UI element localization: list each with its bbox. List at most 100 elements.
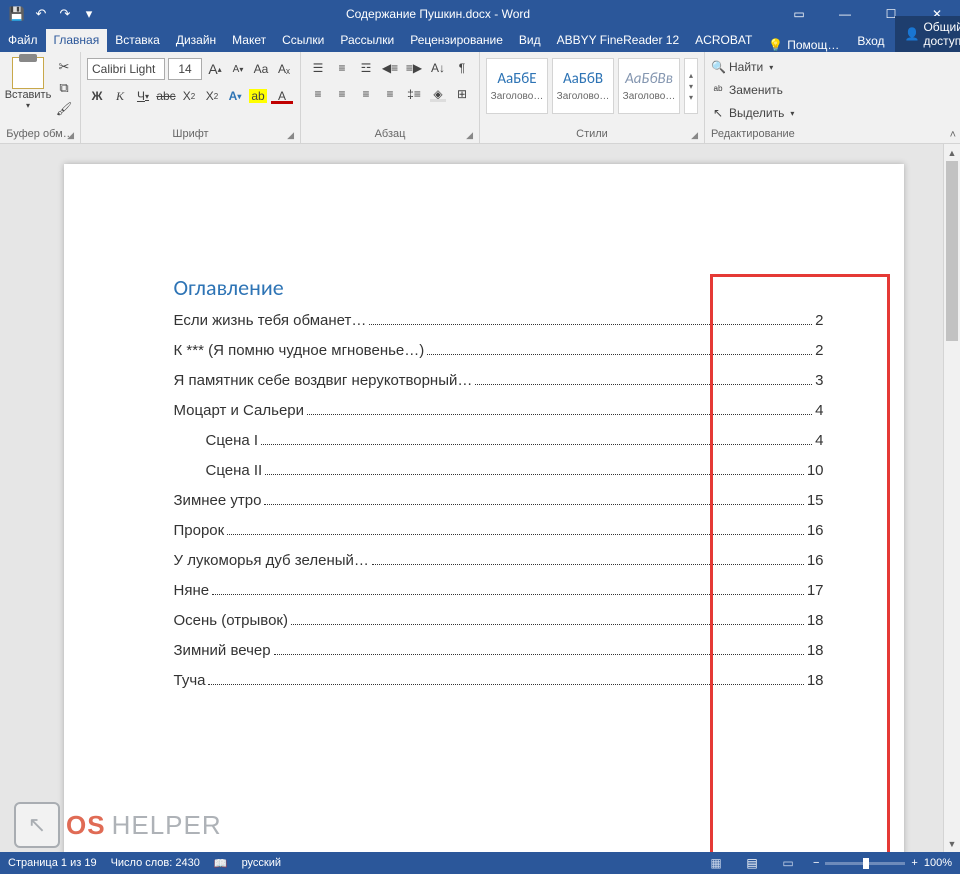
increase-indent-button[interactable]: ≡▶	[403, 58, 425, 78]
scroll-up-button[interactable]: ▲	[944, 144, 960, 161]
spellcheck-icon[interactable]: 📖	[214, 857, 228, 870]
zoom-in-button[interactable]: +	[911, 857, 917, 869]
sort-button[interactable]: A↓	[427, 58, 449, 78]
clipboard-launcher[interactable]: ◢	[67, 130, 74, 141]
tab-abbyy[interactable]: ABBYY FineReader 12	[549, 29, 688, 52]
show-marks-button[interactable]: ¶	[451, 58, 473, 78]
paragraph-launcher[interactable]: ◢	[466, 130, 473, 141]
copy-button[interactable]: ⧉	[54, 79, 74, 97]
redo-button[interactable]: ↷	[54, 3, 76, 25]
font-name-combo[interactable]: Calibri Light	[87, 58, 165, 80]
bold-button[interactable]: Ж	[87, 86, 107, 106]
tab-mailings[interactable]: Рассылки	[332, 29, 402, 52]
italic-button[interactable]: К	[110, 86, 130, 106]
toc-entry[interactable]: Сцена II10	[174, 463, 824, 478]
language-indicator[interactable]: русский	[242, 857, 281, 869]
subscript-button[interactable]: X2	[179, 86, 199, 106]
collapse-ribbon-button[interactable]: ˄	[950, 129, 956, 141]
ribbon-options-button[interactable]: ▭	[776, 0, 822, 28]
align-center-button[interactable]: ≡	[331, 84, 353, 104]
toc-entry[interactable]: Если жизнь тебя обманет…2	[174, 313, 824, 328]
multilevel-button[interactable]: ☲	[355, 58, 377, 78]
align-left-button[interactable]: ≡	[307, 84, 329, 104]
scroll-track[interactable]	[944, 161, 960, 835]
shrink-font-button[interactable]: A▾	[228, 59, 248, 79]
undo-button[interactable]: ↶	[30, 3, 52, 25]
web-layout-button[interactable]: ▭	[777, 854, 799, 872]
justify-button[interactable]: ≡	[379, 84, 401, 104]
style-heading3[interactable]: АаБбВвЗаголово…	[618, 58, 680, 114]
font-size-combo[interactable]: 14	[168, 58, 202, 80]
toc-entry[interactable]: Пророк16	[174, 523, 824, 538]
tab-review[interactable]: Рецензирование	[402, 29, 511, 52]
grow-font-button[interactable]: A▴	[205, 59, 225, 79]
toc-entry[interactable]: Сцена I4	[174, 433, 824, 448]
zoom-out-button[interactable]: −	[813, 857, 819, 869]
toc-entry-page: 18	[807, 643, 824, 658]
paste-button[interactable]: Вставить▾	[6, 54, 50, 110]
minimize-button[interactable]: —	[822, 0, 868, 28]
decrease-indent-button[interactable]: ◀≡	[379, 58, 401, 78]
shading-button[interactable]: ◈	[427, 84, 449, 104]
toc-entry[interactable]: Моцарт и Сальери4	[174, 403, 824, 418]
strikethrough-button[interactable]: abc	[156, 86, 176, 106]
text-effects-button[interactable]: A▾	[225, 86, 245, 106]
save-button[interactable]: 💾	[6, 3, 28, 25]
toc-entry[interactable]: Няне17	[174, 583, 824, 598]
select-button[interactable]: ↖Выделить▾	[711, 103, 794, 123]
page[interactable]: Оглавление Если жизнь тебя обманет…2 К **…	[64, 164, 904, 852]
style-heading1[interactable]: АаБбЕЗаголово…	[486, 58, 548, 114]
underline-button[interactable]: Ч▾	[133, 86, 153, 106]
font-launcher[interactable]: ◢	[287, 130, 294, 141]
page-indicator[interactable]: Страница 1 из 19	[8, 857, 97, 869]
sign-in-button[interactable]: Вход	[847, 30, 894, 52]
clear-formatting-button[interactable]: Aₓ	[274, 59, 294, 79]
font-color-button[interactable]: A	[271, 86, 293, 106]
format-painter-button[interactable]: 🖌	[54, 100, 74, 118]
line-spacing-button[interactable]: ‡≡	[403, 84, 425, 104]
tell-me[interactable]: 💡Помощ…	[760, 38, 847, 52]
tab-file[interactable]: Файл	[0, 29, 46, 52]
change-case-button[interactable]: Aa	[251, 59, 271, 79]
tab-insert[interactable]: Вставка	[107, 29, 168, 52]
toc-entry[interactable]: Зимний вечер18	[174, 643, 824, 658]
highlight-button[interactable]: ab	[248, 86, 268, 106]
word-count[interactable]: Число слов: 2430	[111, 857, 200, 869]
toc-entry[interactable]: У лукоморья дуб зеленый…16	[174, 553, 824, 568]
align-right-button[interactable]: ≡	[355, 84, 377, 104]
tab-acrobat[interactable]: ACROBAT	[687, 29, 760, 52]
replace-button[interactable]: ᵃᵇЗаменить	[711, 80, 783, 100]
styles-launcher[interactable]: ◢	[691, 130, 698, 141]
style-heading2[interactable]: АаБбВЗаголово…	[552, 58, 614, 114]
toc-entry[interactable]: Осень (отрывок)18	[174, 613, 824, 628]
vertical-scrollbar[interactable]: ▲ ▼	[943, 144, 960, 852]
tab-view[interactable]: Вид	[511, 29, 549, 52]
bullets-button[interactable]: ☰	[307, 58, 329, 78]
zoom-handle[interactable]	[863, 858, 869, 869]
tab-home[interactable]: Главная	[46, 29, 108, 52]
share-button[interactable]: 👤Общий доступ	[895, 16, 960, 52]
toc-entry[interactable]: К *** (Я помню чудное мгновенье…)2	[174, 343, 824, 358]
toc-entry[interactable]: Туча18	[174, 673, 824, 688]
scroll-down-button[interactable]: ▼	[944, 835, 960, 852]
cut-button[interactable]: ✂	[54, 58, 74, 76]
print-layout-button[interactable]: ▤	[741, 854, 763, 872]
zoom-slider[interactable]	[825, 862, 905, 865]
find-button[interactable]: 🔍Найти▾	[711, 57, 773, 77]
tab-layout[interactable]: Макет	[224, 29, 274, 52]
toc-title[interactable]: Оглавление	[174, 274, 824, 301]
toc-entry[interactable]: Зимнее утро15	[174, 493, 824, 508]
borders-button[interactable]: ⊞	[451, 84, 473, 104]
styles-more-button[interactable]: ▴▾▾	[684, 58, 698, 114]
tab-references[interactable]: Ссылки	[274, 29, 332, 52]
read-mode-button[interactable]: ▦	[705, 854, 727, 872]
tab-design[interactable]: Дизайн	[168, 29, 224, 52]
scroll-thumb[interactable]	[946, 161, 958, 341]
zoom-level[interactable]: 100%	[924, 857, 952, 869]
vertical-ruler[interactable]	[0, 144, 24, 852]
document-area[interactable]: Оглавление Если жизнь тебя обманет…2 К **…	[24, 144, 943, 852]
customize-qat-button[interactable]: ▾	[78, 3, 100, 25]
numbering-button[interactable]: ≡	[331, 58, 353, 78]
superscript-button[interactable]: X2	[202, 86, 222, 106]
toc-entry[interactable]: Я памятник себе воздвиг нерукотворный…3	[174, 373, 824, 388]
